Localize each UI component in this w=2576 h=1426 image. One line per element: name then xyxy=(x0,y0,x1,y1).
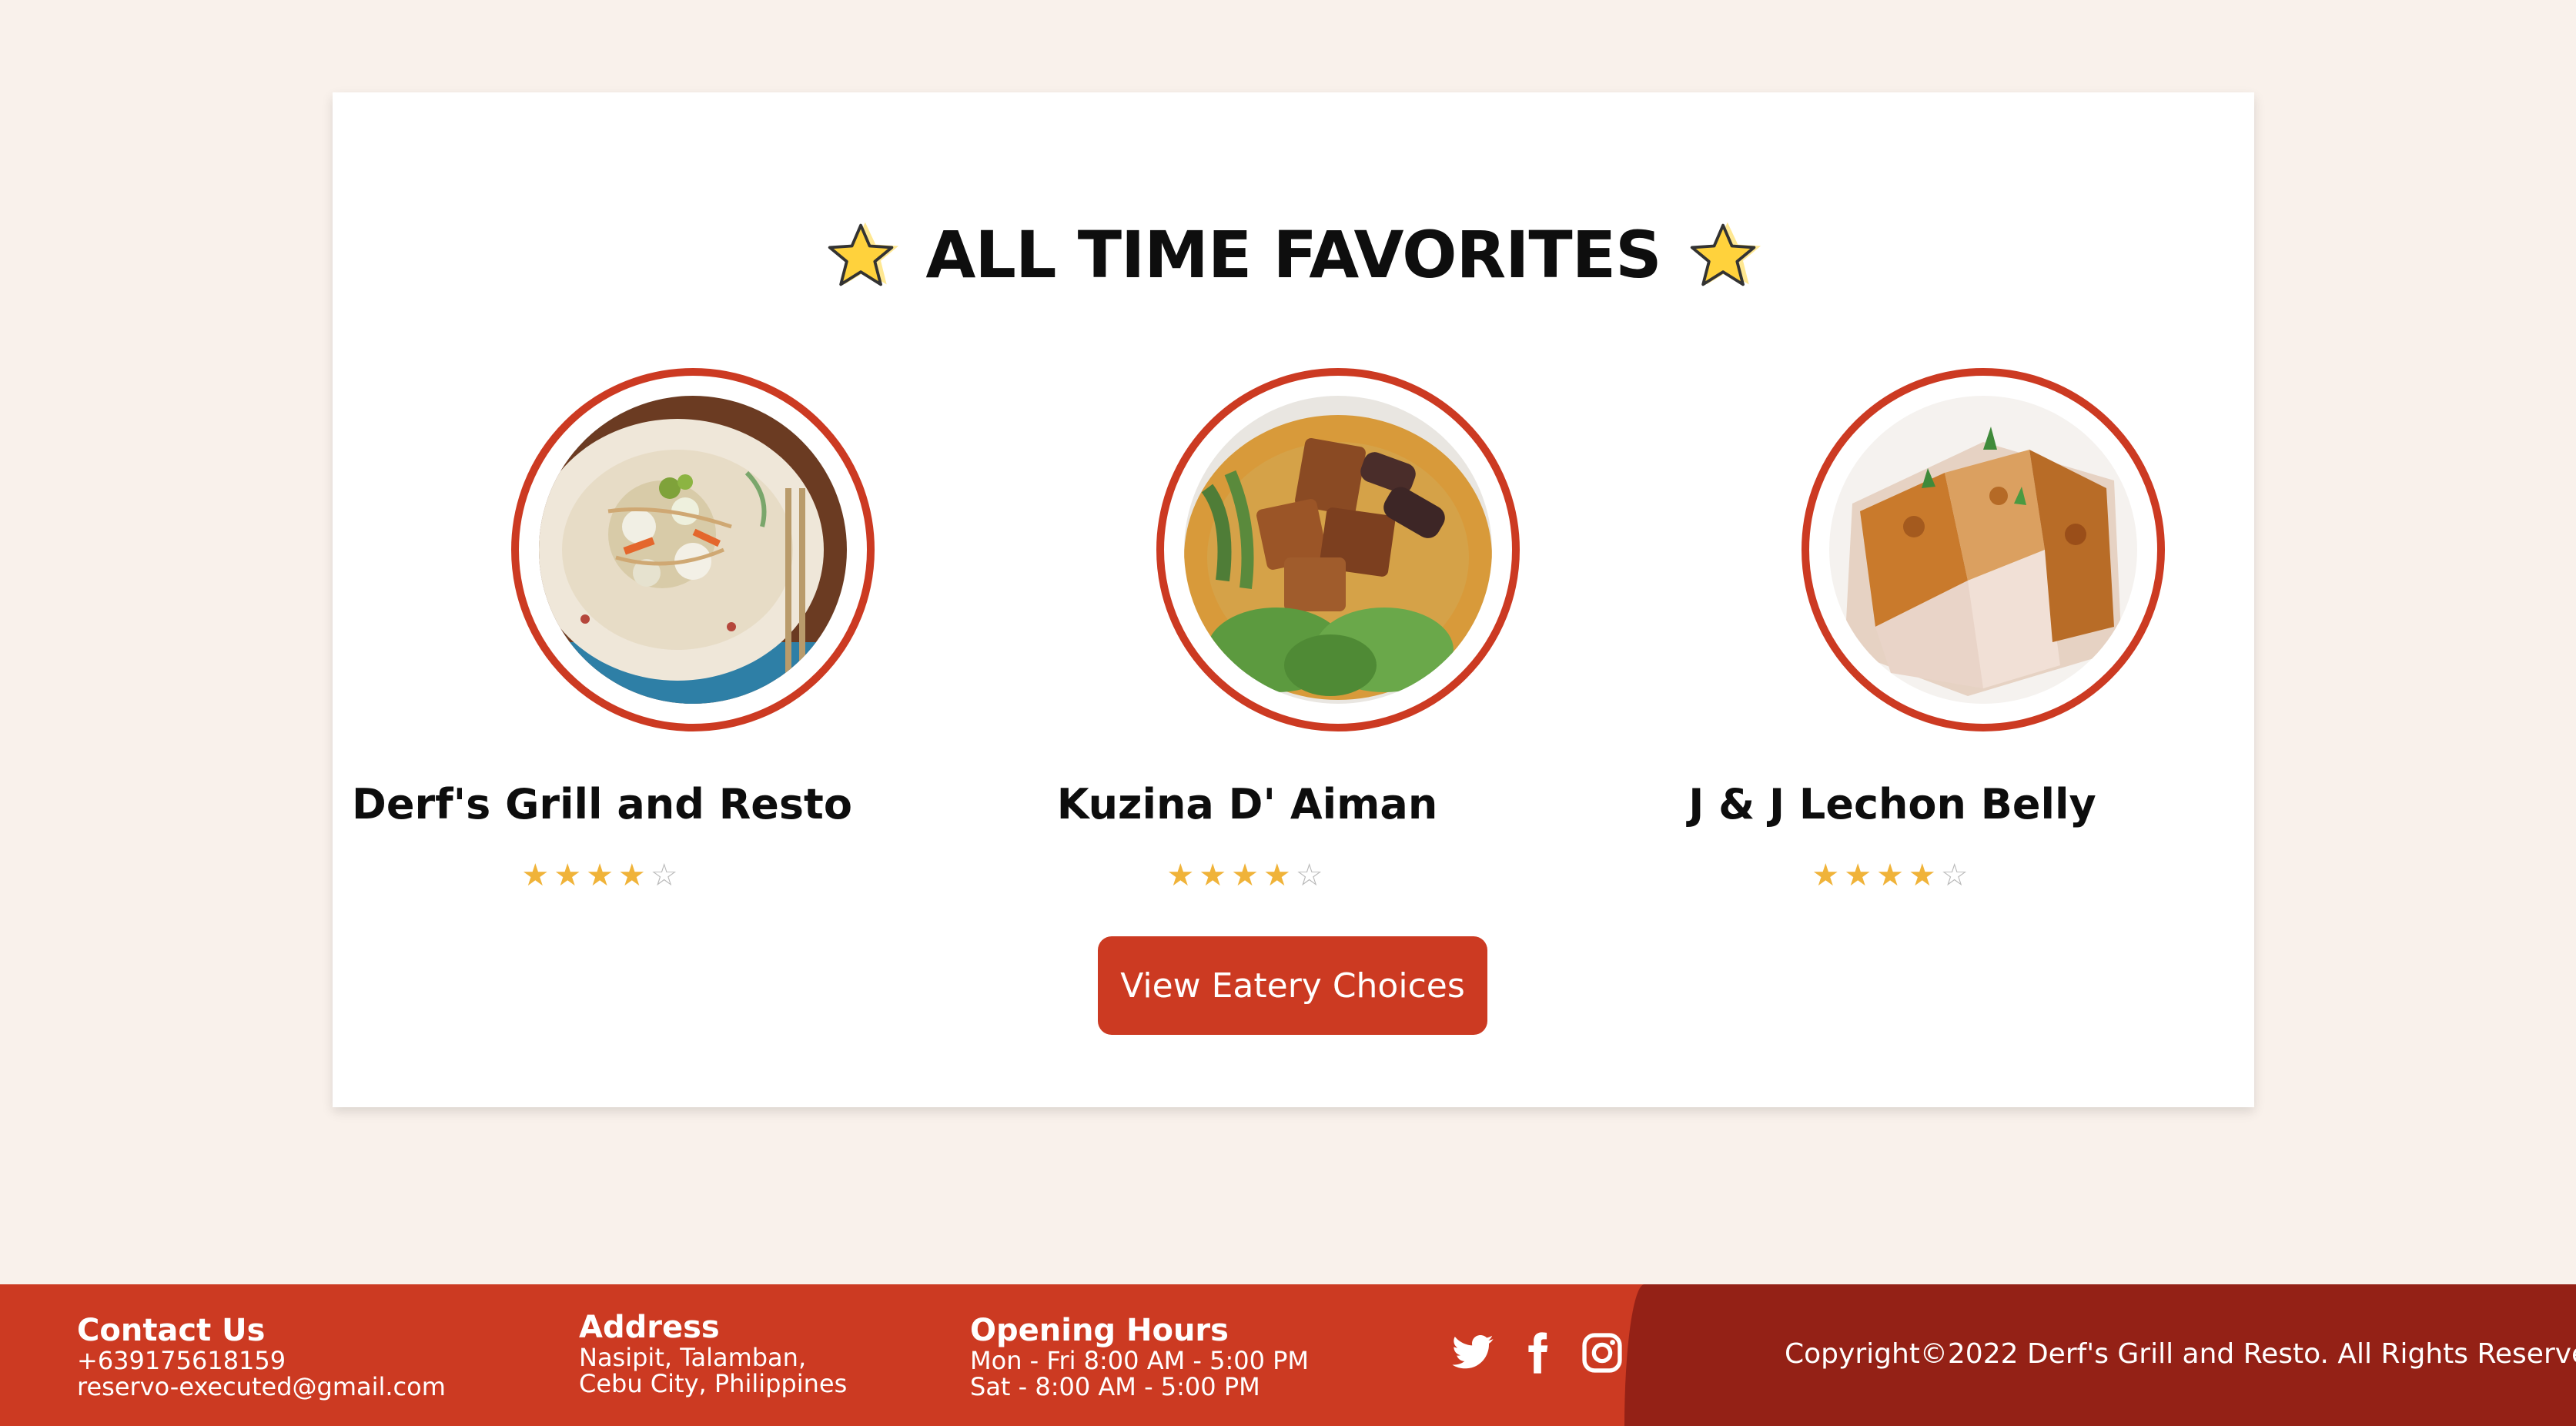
address-line-2: Cebu City, Philippines xyxy=(579,1369,848,1398)
star-filled-icon: ★ xyxy=(554,858,587,893)
kare-kare-image[interactable] xyxy=(1184,396,1492,704)
star-filled-icon: ★ xyxy=(521,858,554,893)
star-filled-icon: ★ xyxy=(1812,858,1845,893)
star-icon xyxy=(1690,222,1761,286)
star-filled-icon: ★ xyxy=(1908,858,1941,893)
star-rating: ★★★★☆ xyxy=(333,858,871,893)
address-line-1: Nasipit, Talamban, xyxy=(579,1343,807,1372)
favorites-card: ALL TIME FAVORITES Derf's Grill and Rest… xyxy=(333,92,2254,1107)
star-empty-icon: ☆ xyxy=(1295,858,1328,893)
favorite-item-jj-lechon[interactable]: J & J Lechon Belly ★★★★☆ xyxy=(1623,368,2165,907)
star-filled-icon: ★ xyxy=(1199,858,1232,893)
star-filled-icon: ★ xyxy=(1166,858,1199,893)
star-filled-icon: ★ xyxy=(1844,858,1877,893)
star-filled-icon: ★ xyxy=(1231,858,1263,893)
star-rating: ★★★★☆ xyxy=(978,858,1517,893)
section-header: ALL TIME FAVORITES xyxy=(333,217,2254,293)
restaurant-name[interactable]: Derf's Grill and Resto xyxy=(333,780,871,828)
contact-heading: Contact Us xyxy=(77,1313,266,1348)
photo-frame xyxy=(1802,368,2165,731)
contact-phone[interactable]: +639175618159 xyxy=(77,1347,446,1374)
star-empty-icon: ☆ xyxy=(1940,858,1973,893)
facebook-icon[interactable] xyxy=(1515,1331,1560,1375)
hours-line-2: Sat - 8:00 AM - 5:00 PM xyxy=(970,1372,1260,1401)
favorite-item-derfs[interactable]: Derf's Grill and Resto ★★★★☆ xyxy=(333,368,875,907)
site-footer: Contact Us +639175618159 reservo-execute… xyxy=(0,1284,2576,1426)
star-filled-icon: ★ xyxy=(1263,858,1296,893)
lechon-belly-image[interactable] xyxy=(1829,396,2137,704)
hours-line-1: Mon - Fri 8:00 AM - 5:00 PM xyxy=(970,1346,1310,1375)
instagram-icon[interactable] xyxy=(1580,1331,1624,1375)
contact-email[interactable]: reservo-executed@gmail.com xyxy=(77,1374,446,1400)
section-title: ALL TIME FAVORITES xyxy=(925,217,1661,293)
hours-heading: Opening Hours xyxy=(970,1313,1229,1348)
view-eatery-choices-button[interactable]: View Eatery Choices xyxy=(1098,936,1487,1035)
twitter-icon[interactable] xyxy=(1450,1331,1495,1375)
social-links xyxy=(1450,1331,1624,1375)
restaurant-name[interactable]: J & J Lechon Belly xyxy=(1623,780,2162,828)
star-empty-icon: ☆ xyxy=(650,858,683,893)
copyright-text: Copyright©2022 Derf's Grill and Resto. A… xyxy=(1785,1338,2576,1370)
favorite-item-kuzina[interactable]: Kuzina D' Aiman ★★★★☆ xyxy=(978,368,1520,907)
photo-frame xyxy=(511,368,875,731)
footer-hours: Opening Hours Mon - Fri 8:00 AM - 5:00 P… xyxy=(970,1314,1309,1400)
pancit-plate-image[interactable] xyxy=(539,396,847,704)
address-heading: Address xyxy=(579,1310,720,1345)
star-filled-icon: ★ xyxy=(617,858,651,893)
photo-frame xyxy=(1156,368,1520,731)
footer-contact: Contact Us +639175618159 reservo-execute… xyxy=(77,1314,446,1400)
star-icon xyxy=(828,222,899,286)
star-rating: ★★★★☆ xyxy=(1623,858,2162,893)
star-filled-icon: ★ xyxy=(586,858,618,893)
footer-address: Address Nasipit, Talamban, Cebu City, Ph… xyxy=(579,1311,847,1397)
star-filled-icon: ★ xyxy=(1876,858,1909,893)
restaurant-name[interactable]: Kuzina D' Aiman xyxy=(978,780,1517,828)
